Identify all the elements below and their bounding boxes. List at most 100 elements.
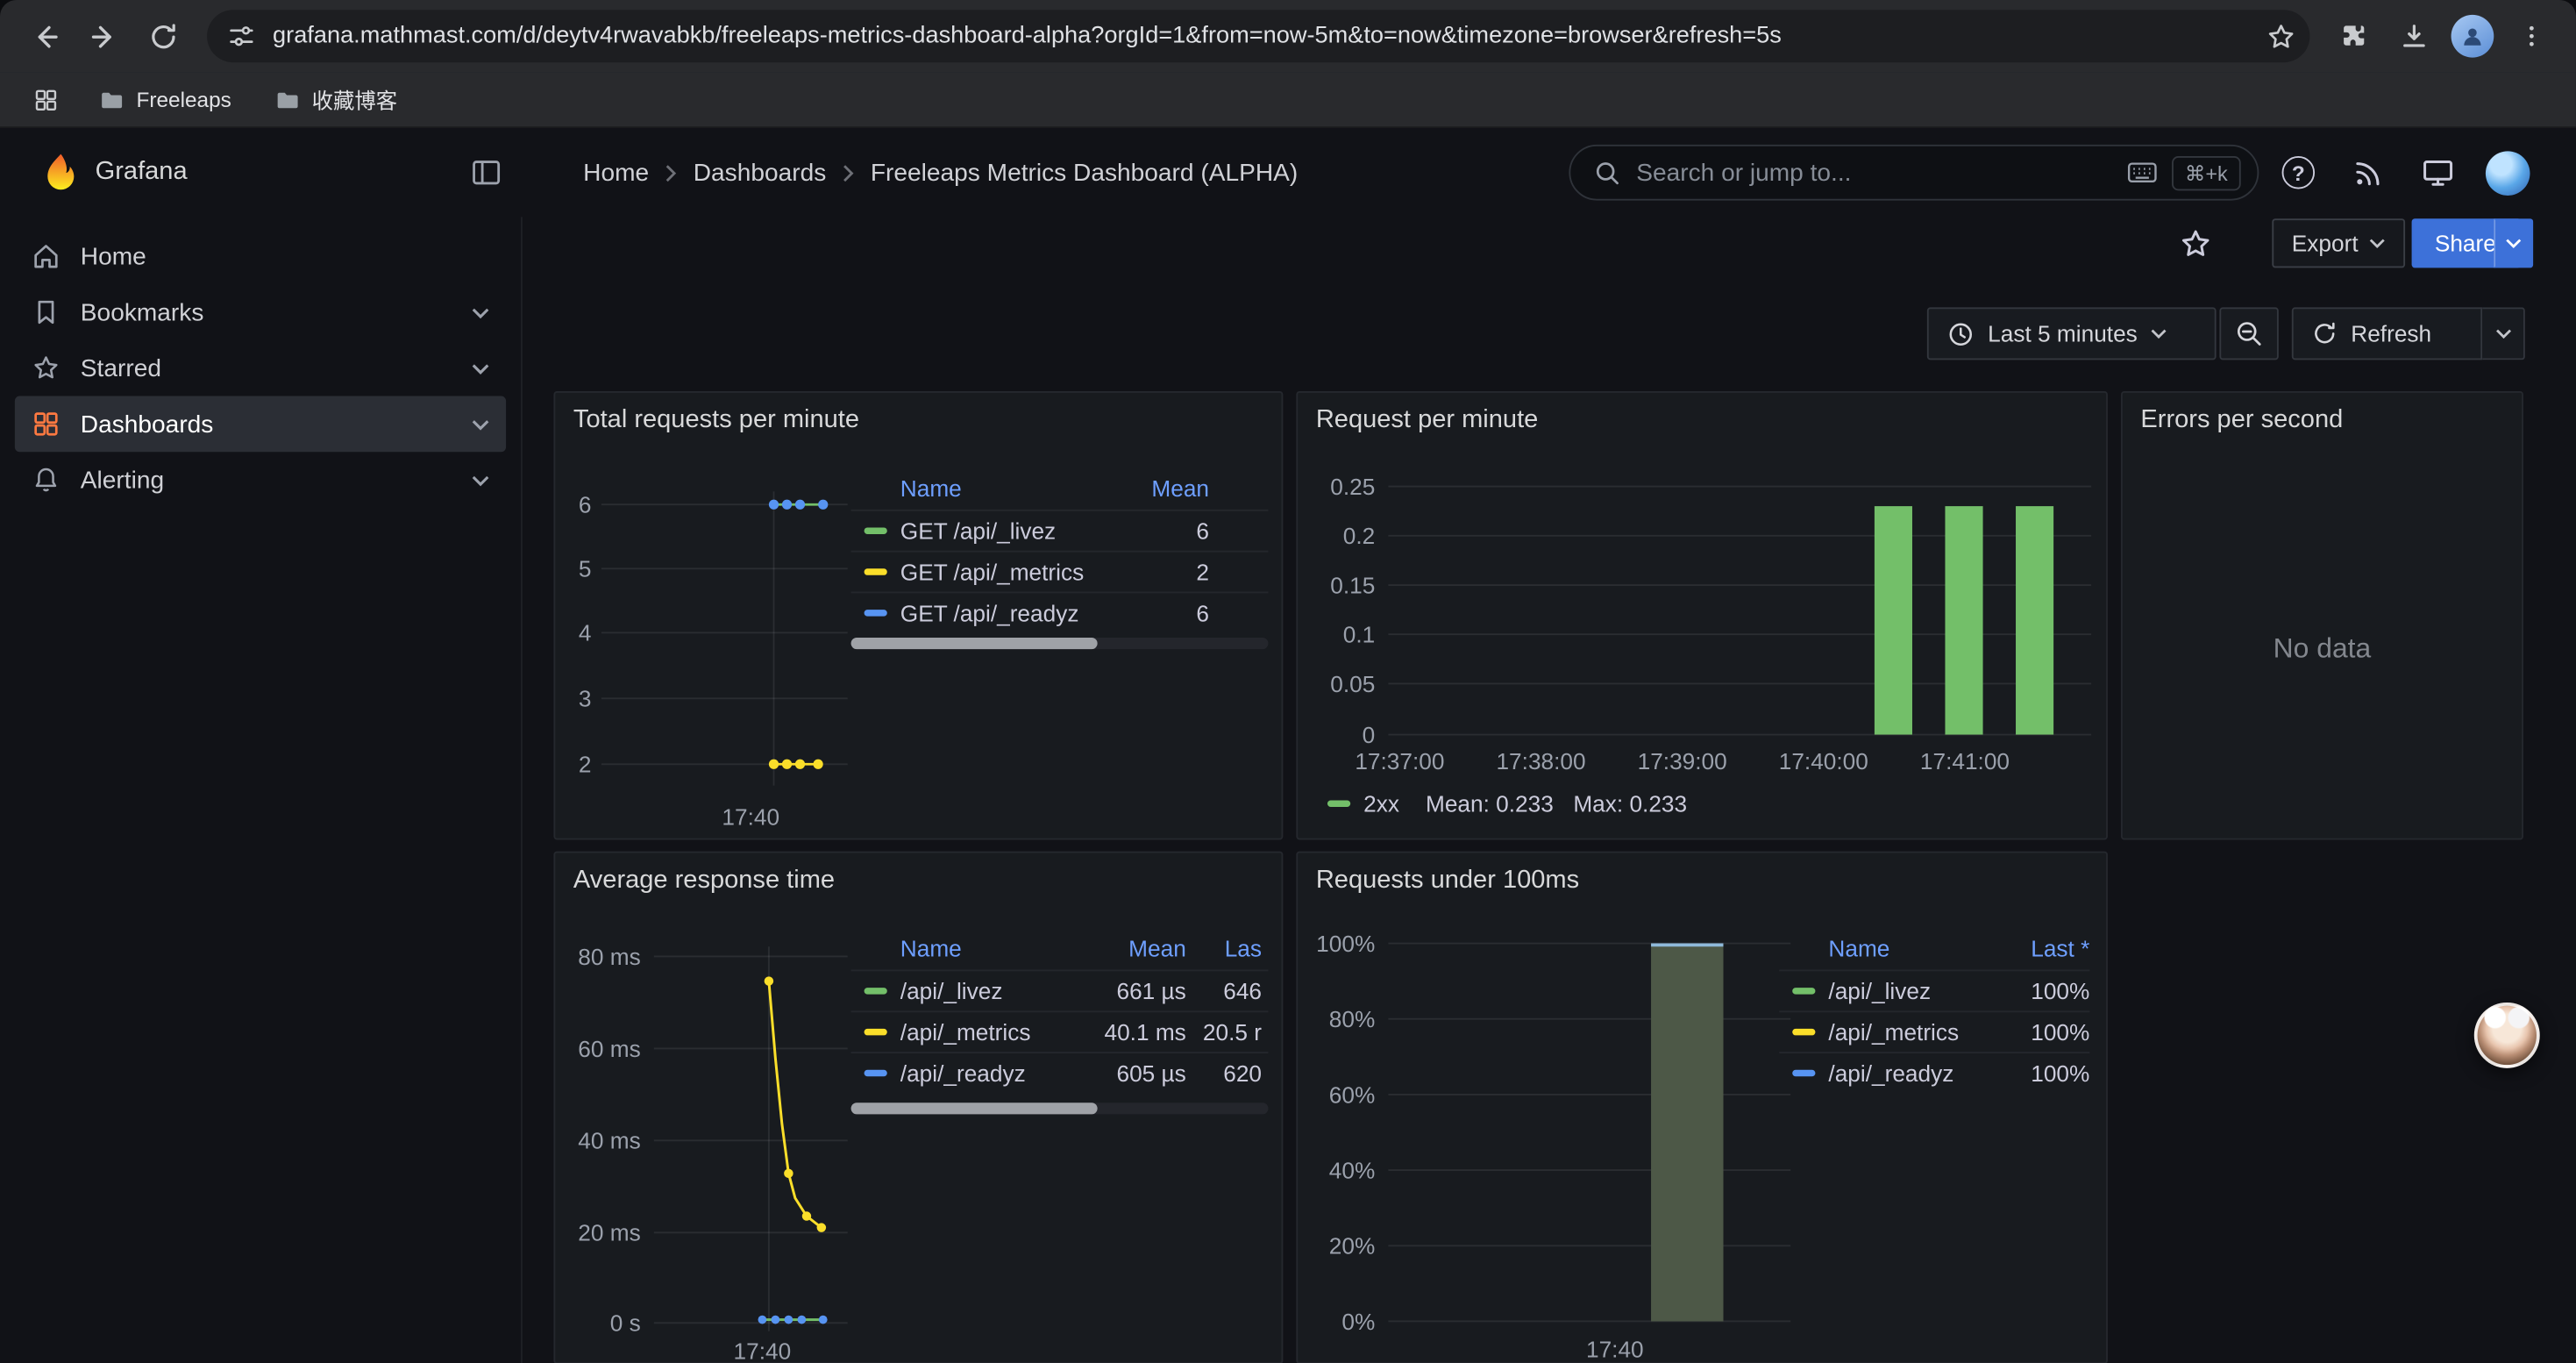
folder-icon <box>274 86 301 112</box>
chevron-down-icon <box>2370 239 2387 248</box>
refresh-button[interactable]: Refresh <box>2292 307 2482 360</box>
series-name[interactable]: /api/_readyz <box>1828 1060 1990 1087</box>
line-chart <box>601 483 848 799</box>
profile-avatar <box>2451 15 2494 58</box>
floating-assistant-avatar[interactable] <box>2474 1003 2540 1068</box>
legend-header-name[interactable]: Name <box>900 935 1081 961</box>
sidebar-item-bookmarks[interactable]: Bookmarks <box>15 284 506 340</box>
breadcrumb-dashboards[interactable]: Dashboards <box>694 159 827 187</box>
legend-header-name[interactable]: Name <box>900 475 1111 501</box>
url-text[interactable]: grafana.mathmast.com/d/deytv4rwavabkb/fr… <box>273 23 2249 49</box>
extensions-button[interactable] <box>2326 8 2382 64</box>
panel-errors-per-second: Errors per second No data <box>2121 391 2523 840</box>
time-range-picker[interactable]: Last 5 minutes <box>1927 307 2217 360</box>
dock-sidebar-button[interactable] <box>470 156 502 189</box>
series-name[interactable]: /api/_readyz <box>900 1060 1081 1087</box>
y-tick: 60 ms <box>555 1035 640 1061</box>
refresh-interval-button[interactable] <box>2482 307 2525 360</box>
back-button[interactable] <box>17 8 73 64</box>
grafana-brand[interactable]: Grafana <box>96 128 188 217</box>
panel-title[interactable]: Requests under 100ms <box>1316 866 1579 896</box>
grafana-logo[interactable] <box>39 151 82 194</box>
y-tick: 0.2 <box>1311 523 1375 549</box>
breadcrumb-home[interactable]: Home <box>583 159 649 187</box>
panel-title[interactable]: Errors per second <box>2140 406 2343 436</box>
series-name[interactable]: /api/_metrics <box>900 1019 1081 1045</box>
profile-button[interactable] <box>2444 8 2501 64</box>
panel-title[interactable]: Average response time <box>573 866 835 896</box>
reload-button[interactable] <box>135 8 191 64</box>
browser-window: grafana.mathmast.com/d/deytv4rwavabkb/fr… <box>0 0 2576 1363</box>
news-button[interactable] <box>2339 145 2395 201</box>
legend-row: GET /api/_metrics 2 <box>851 551 1269 592</box>
y-tick: 20% <box>1298 1232 1375 1259</box>
series-name[interactable]: /api/_livez <box>900 978 1081 1004</box>
line-chart <box>654 944 848 1338</box>
legend-header-mean[interactable]: Mean <box>1111 475 1209 501</box>
y-tick: 0 s <box>555 1309 640 1336</box>
series-name[interactable]: GET /api/_metrics <box>900 559 1111 585</box>
legend-scrollbar-thumb[interactable] <box>851 638 1098 649</box>
chevron-down-icon[interactable] <box>472 362 490 374</box>
bookmark-star-icon[interactable] <box>2266 20 2297 52</box>
help-button[interactable]: ? <box>2270 145 2326 201</box>
sidebar-item-home[interactable]: Home <box>15 228 506 284</box>
legend-table: Name Mean Las /api/_livez 661 µs 646 /ap… <box>851 927 1269 1093</box>
apps-grid-button[interactable] <box>23 76 68 122</box>
legend-header-mean[interactable]: Mean <box>1081 935 1186 961</box>
site-settings-icon[interactable] <box>227 21 257 51</box>
browser-menu-button[interactable] <box>2504 8 2560 64</box>
downloads-button[interactable] <box>2386 8 2442 64</box>
series-color-yellow <box>1792 1029 1815 1035</box>
chevron-down-icon[interactable] <box>472 418 490 430</box>
legend-header-row: Name Last * <box>1779 927 2089 970</box>
series-color-green <box>1792 988 1815 994</box>
chevron-down-icon <box>2494 329 2511 339</box>
legend-header-name[interactable]: Name <box>1828 935 1990 961</box>
panel-title[interactable]: Total requests per minute <box>573 406 859 436</box>
grafana-app: Grafana Home Dashboards Freeleaps Metric… <box>0 128 2576 1363</box>
legend-scrollbar-track <box>851 638 1269 649</box>
display-button[interactable] <box>2410 145 2466 201</box>
series-color-blue <box>1792 1070 1815 1076</box>
legend-header-last[interactable]: Las <box>1186 935 1262 961</box>
bookmark-folder-freeleaps[interactable]: Freeleaps <box>85 82 244 118</box>
sidebar-item-dashboards[interactable]: Dashboards <box>15 396 506 453</box>
chevron-down-icon[interactable] <box>472 306 490 318</box>
y-tick: 80% <box>1298 1006 1375 1032</box>
series-mean: 605 µs <box>1081 1060 1186 1087</box>
zoom-out-time-button[interactable] <box>2219 307 2278 360</box>
series-name[interactable]: GET /api/_readyz <box>900 600 1111 626</box>
sidebar-item-label: Starred <box>81 354 161 382</box>
y-tick: 0.25 <box>1311 474 1375 500</box>
reload-icon <box>147 20 179 52</box>
x-tick: 17:38:00 <box>1484 748 1598 774</box>
sidebar-item-alerting[interactable]: Alerting <box>15 452 506 508</box>
x-tick: 17:40 <box>722 1338 804 1363</box>
series-name[interactable]: GET /api/_livez <box>900 517 1111 544</box>
legend-header-last[interactable]: Last * <box>1991 935 2089 961</box>
y-tick: 20 ms <box>555 1219 640 1245</box>
series-color-green <box>865 527 887 533</box>
sidebar-item-starred[interactable]: Starred <box>15 340 506 396</box>
favorite-dashboard-button[interactable] <box>2179 227 2213 261</box>
legend-row: /api/_metrics 100% <box>1779 1010 2089 1052</box>
legend-scrollbar-thumb[interactable] <box>851 1103 1098 1114</box>
forward-button[interactable] <box>75 8 132 64</box>
series-name[interactable]: 2xx <box>1363 790 1399 817</box>
chevron-right-icon <box>665 163 677 182</box>
search-input[interactable] <box>1636 159 2112 187</box>
sidebar-item-label: Alerting <box>81 466 164 494</box>
bookmark-folder-blogs[interactable]: 收藏博客 <box>261 79 411 120</box>
user-menu-button[interactable] <box>2479 145 2535 201</box>
url-bar[interactable]: grafana.mathmast.com/d/deytv4rwavabkb/fr… <box>207 10 2309 62</box>
series-name[interactable]: /api/_livez <box>1828 978 1990 1004</box>
x-tick: 17:40 <box>709 803 792 830</box>
series-name[interactable]: /api/_metrics <box>1828 1019 1990 1045</box>
share-menu-button[interactable] <box>2494 218 2533 268</box>
chevron-down-icon[interactable] <box>472 475 490 486</box>
series-last: 20.5 r <box>1186 1019 1262 1045</box>
panel-title[interactable]: Request per minute <box>1316 406 1538 436</box>
export-button[interactable]: Export <box>2272 218 2406 268</box>
search-box[interactable]: ⌘+k <box>1569 145 2259 201</box>
